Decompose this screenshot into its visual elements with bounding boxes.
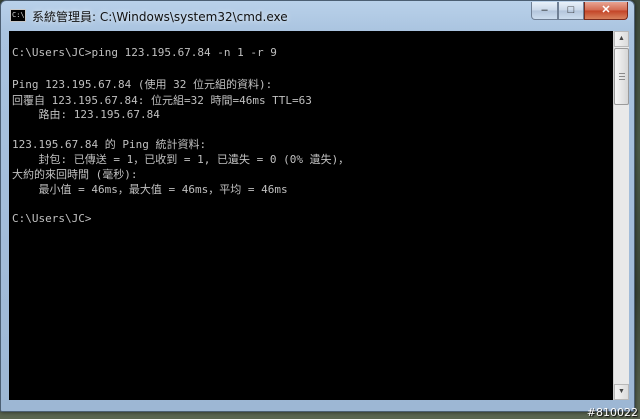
vertical-scrollbar[interactable]: ▲ ▼ (613, 31, 629, 400)
console-line: C:\Users\JC>ping 123.195.67.84 -n 1 -r 9 (12, 46, 277, 59)
cmd-console-icon[interactable]: C:\ (10, 9, 26, 22)
scroll-down-arrow-icon[interactable]: ▼ (614, 384, 629, 400)
console-line: 最小值 = 46ms，最大值 = 46ms，平均 = 46ms (12, 183, 288, 196)
console-line: 123.195.67.84 的 Ping 統計資料: (12, 138, 207, 151)
console-line: 大約的來回時間 (毫秒): (12, 168, 138, 181)
cmd-window: C:\ 系統管理員: C:\Windows\system32\cmd.exe –… (0, 0, 635, 412)
console-output[interactable]: C:\Users\JC>ping 123.195.67.84 -n 1 -r 9… (9, 31, 613, 400)
scroll-thumb[interactable] (614, 48, 629, 105)
minimize-button[interactable]: – (531, 2, 558, 20)
console-line: Ping 123.195.67.84 (使用 32 位元組的資料): (12, 78, 273, 91)
window-title: 系統管理員: C:\Windows\system32\cmd.exe (32, 10, 288, 24)
scroll-up-arrow-icon[interactable]: ▲ (614, 31, 629, 47)
watermark: #810022 (586, 406, 638, 419)
close-button[interactable]: ✕ (584, 2, 628, 20)
title-bar[interactable]: C:\ 系統管理員: C:\Windows\system32\cmd.exe –… (1, 1, 634, 29)
grip-icon (619, 73, 625, 80)
console-line: 路由: 123.195.67.84 (12, 108, 160, 121)
console-line: 封包: 已傳送 = 1，已收到 = 1, 已遺失 = 0 (0% 遺失)， (12, 153, 350, 166)
maximize-button[interactable]: □ (558, 2, 584, 20)
console-prompt: C:\Users\JC> (12, 212, 92, 225)
